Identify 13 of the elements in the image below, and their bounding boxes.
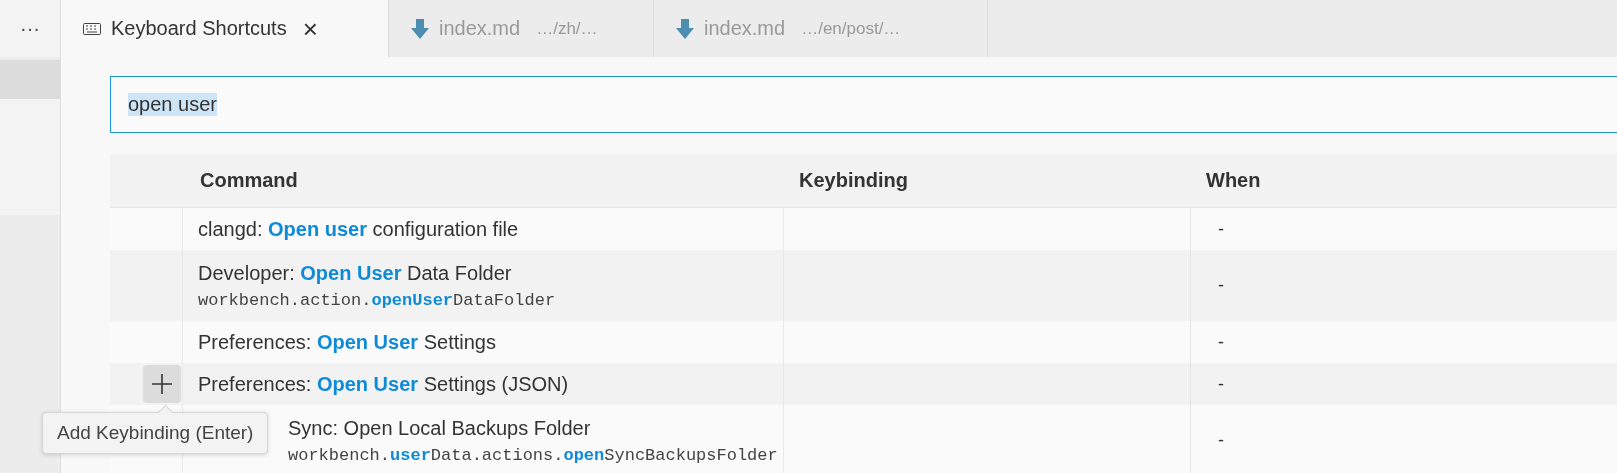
command-name: Preferences: Open User Settings — [198, 330, 497, 354]
when-cell: - — [1218, 218, 1224, 240]
command-id: workbench.userData.actions.openSyncBackupsFolder — [288, 445, 779, 465]
when-cell: - — [1218, 331, 1224, 353]
when-cell: - — [1218, 275, 1224, 296]
tooltip: Add Keybinding (Enter) — [42, 412, 269, 454]
command-name: Sync: Open Local Backups Folder — [288, 416, 592, 440]
command-name: Developer: Open User Data Folder — [198, 261, 513, 285]
when-cell: - — [1218, 430, 1224, 451]
command-name: clangd: Open user configuration file — [198, 217, 520, 241]
when-cell: - — [1218, 373, 1224, 395]
command-id: workbench.action.openUserDataFolder — [198, 290, 557, 310]
command-name: Preferences: Open User Settings (JSON) — [198, 372, 570, 396]
